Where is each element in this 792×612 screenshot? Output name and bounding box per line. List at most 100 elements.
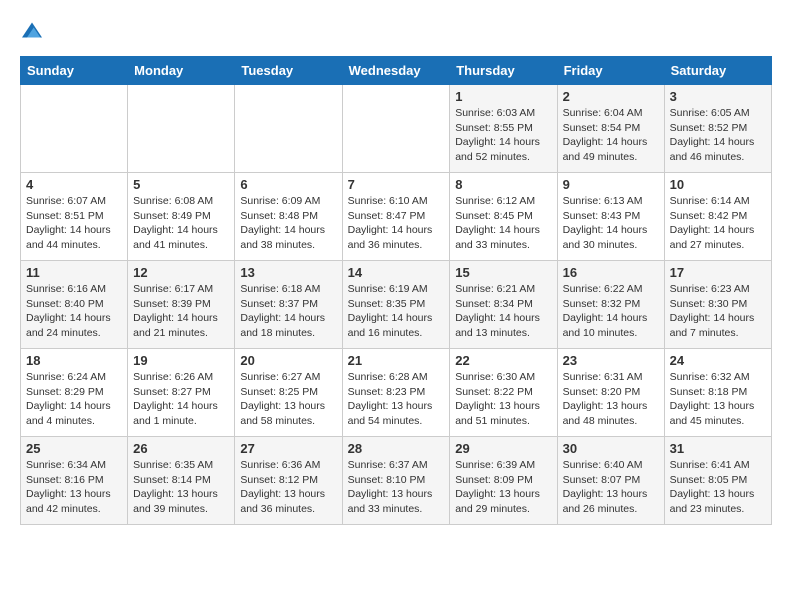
day-info: Sunrise: 6:31 AM Sunset: 8:20 PM Dayligh… [563, 370, 659, 429]
day-cell: 1Sunrise: 6:03 AM Sunset: 8:55 PM Daylig… [450, 85, 557, 173]
day-info: Sunrise: 6:08 AM Sunset: 8:49 PM Dayligh… [133, 194, 229, 253]
day-header-friday: Friday [557, 57, 664, 85]
day-number: 17 [670, 265, 766, 280]
day-info: Sunrise: 6:19 AM Sunset: 8:35 PM Dayligh… [348, 282, 445, 341]
day-info: Sunrise: 6:32 AM Sunset: 8:18 PM Dayligh… [670, 370, 766, 429]
day-info: Sunrise: 6:36 AM Sunset: 8:12 PM Dayligh… [240, 458, 336, 517]
day-info: Sunrise: 6:27 AM Sunset: 8:25 PM Dayligh… [240, 370, 336, 429]
day-cell: 12Sunrise: 6:17 AM Sunset: 8:39 PM Dayli… [128, 261, 235, 349]
day-number: 7 [348, 177, 445, 192]
day-header-wednesday: Wednesday [342, 57, 450, 85]
day-cell: 7Sunrise: 6:10 AM Sunset: 8:47 PM Daylig… [342, 173, 450, 261]
day-cell: 15 Sunrise: 6:21 AM Sunset: 8:34 PM Dayli… [450, 261, 557, 349]
day-cell: 31 Sunrise: 6:41 AM Sunset: 8:05 PM Dayli… [664, 437, 771, 525]
day-info: Sunrise: 6:37 AM Sunset: 8:10 PM Dayligh… [348, 458, 445, 517]
day-header-sunday: Sunday [21, 57, 128, 85]
day-cell: 29Sunrise: 6:39 AM Sunset: 8:09 PM Dayli… [450, 437, 557, 525]
day-info: Sunrise: 6:41 AM Sunset: 8:05 PM Dayligh… [670, 458, 766, 517]
day-cell: 4 Sunrise: 6:07 AM Sunset: 8:51 PM Daylig… [21, 173, 128, 261]
day-number: 27 [240, 441, 336, 456]
day-header-thursday: Thursday [450, 57, 557, 85]
day-cell [21, 85, 128, 173]
day-number: 31 [670, 441, 766, 456]
day-cell: 20 Sunrise: 6:27 AM Sunset: 8:25 PM Dayli… [235, 349, 342, 437]
day-number: 30 [563, 441, 659, 456]
day-number: 16 [563, 265, 659, 280]
day-number: 22 [455, 353, 551, 368]
day-cell: 25 Sunrise: 6:34 AM Sunset: 8:16 PM Dayli… [21, 437, 128, 525]
day-info: Sunrise: 6:21 AM Sunset: 8:34 PM Dayligh… [455, 282, 551, 341]
day-info: Sunrise: 6:09 AM Sunset: 8:48 PM Dayligh… [240, 194, 336, 253]
day-cell: 6Sunrise: 6:09 AM Sunset: 8:48 PM Daylig… [235, 173, 342, 261]
day-number: 12 [133, 265, 229, 280]
day-number: 15 [455, 265, 551, 280]
day-cell: 2 Sunrise: 6:04 AM Sunset: 8:54 PM Daylig… [557, 85, 664, 173]
week-row-1: 1Sunrise: 6:03 AM Sunset: 8:55 PM Daylig… [21, 85, 772, 173]
day-cell: 5 Sunrise: 6:08 AM Sunset: 8:49 PM Daylig… [128, 173, 235, 261]
day-info: Sunrise: 6:22 AM Sunset: 8:32 PM Dayligh… [563, 282, 659, 341]
day-info: Sunrise: 6:07 AM Sunset: 8:51 PM Dayligh… [26, 194, 122, 253]
week-row-3: 11 Sunrise: 6:16 AM Sunset: 8:40 PM Dayli… [21, 261, 772, 349]
day-cell [128, 85, 235, 173]
day-info: Sunrise: 6:34 AM Sunset: 8:16 PM Dayligh… [26, 458, 122, 517]
day-number: 23 [563, 353, 659, 368]
day-info: Sunrise: 6:35 AM Sunset: 8:14 PM Dayligh… [133, 458, 229, 517]
day-number: 10 [670, 177, 766, 192]
day-number: 25 [26, 441, 122, 456]
day-cell: 21 Sunrise: 6:28 AM Sunset: 8:23 PM Dayli… [342, 349, 450, 437]
day-number: 5 [133, 177, 229, 192]
day-cell: 3Sunrise: 6:05 AM Sunset: 8:52 PM Daylig… [664, 85, 771, 173]
day-cell: 24Sunrise: 6:32 AM Sunset: 8:18 PM Dayli… [664, 349, 771, 437]
week-row-2: 4 Sunrise: 6:07 AM Sunset: 8:51 PM Daylig… [21, 173, 772, 261]
day-cell: 8 Sunrise: 6:12 AM Sunset: 8:45 PM Daylig… [450, 173, 557, 261]
day-info: Sunrise: 6:18 AM Sunset: 8:37 PM Dayligh… [240, 282, 336, 341]
day-number: 28 [348, 441, 445, 456]
day-cell: 14 Sunrise: 6:19 AM Sunset: 8:35 PM Dayli… [342, 261, 450, 349]
day-info: Sunrise: 6:30 AM Sunset: 8:22 PM Dayligh… [455, 370, 551, 429]
calendar-table: SundayMondayTuesdayWednesdayThursdayFrid… [20, 56, 772, 525]
day-cell: 27 Sunrise: 6:36 AM Sunset: 8:12 PM Dayli… [235, 437, 342, 525]
day-number: 9 [563, 177, 659, 192]
week-row-4: 18Sunrise: 6:24 AM Sunset: 8:29 PM Dayli… [21, 349, 772, 437]
day-number: 11 [26, 265, 122, 280]
day-info: Sunrise: 6:05 AM Sunset: 8:52 PM Dayligh… [670, 106, 766, 165]
day-number: 4 [26, 177, 122, 192]
day-cell: 16 Sunrise: 6:22 AM Sunset: 8:32 PM Dayli… [557, 261, 664, 349]
day-number: 21 [348, 353, 445, 368]
day-info: Sunrise: 6:14 AM Sunset: 8:42 PM Dayligh… [670, 194, 766, 253]
day-info: Sunrise: 6:24 AM Sunset: 8:29 PM Dayligh… [26, 370, 122, 429]
day-info: Sunrise: 6:12 AM Sunset: 8:45 PM Dayligh… [455, 194, 551, 253]
day-cell [342, 85, 450, 173]
week-row-5: 25 Sunrise: 6:34 AM Sunset: 8:16 PM Dayli… [21, 437, 772, 525]
day-number: 14 [348, 265, 445, 280]
day-number: 8 [455, 177, 551, 192]
day-cell [235, 85, 342, 173]
day-header-monday: Monday [128, 57, 235, 85]
day-info: Sunrise: 6:04 AM Sunset: 8:54 PM Dayligh… [563, 106, 659, 165]
day-info: Sunrise: 6:16 AM Sunset: 8:40 PM Dayligh… [26, 282, 122, 341]
day-number: 20 [240, 353, 336, 368]
day-number: 19 [133, 353, 229, 368]
day-info: Sunrise: 6:23 AM Sunset: 8:30 PM Dayligh… [670, 282, 766, 341]
header [20, 20, 772, 40]
day-cell: 13 Sunrise: 6:18 AM Sunset: 8:37 PM Dayli… [235, 261, 342, 349]
day-number: 1 [455, 89, 551, 104]
day-cell: 30 Sunrise: 6:40 AM Sunset: 8:07 PM Dayli… [557, 437, 664, 525]
day-cell: 23 Sunrise: 6:31 AM Sunset: 8:20 PM Dayli… [557, 349, 664, 437]
day-info: Sunrise: 6:39 AM Sunset: 8:09 PM Dayligh… [455, 458, 551, 517]
day-info: Sunrise: 6:40 AM Sunset: 8:07 PM Dayligh… [563, 458, 659, 517]
day-number: 2 [563, 89, 659, 104]
day-cell: 28 Sunrise: 6:37 AM Sunset: 8:10 PM Dayli… [342, 437, 450, 525]
day-number: 26 [133, 441, 229, 456]
days-header-row: SundayMondayTuesdayWednesdayThursdayFrid… [21, 57, 772, 85]
day-header-tuesday: Tuesday [235, 57, 342, 85]
day-cell: 19Sunrise: 6:26 AM Sunset: 8:27 PM Dayli… [128, 349, 235, 437]
day-header-saturday: Saturday [664, 57, 771, 85]
day-number: 13 [240, 265, 336, 280]
day-cell: 22 Sunrise: 6:30 AM Sunset: 8:22 PM Dayli… [450, 349, 557, 437]
day-cell: 9Sunrise: 6:13 AM Sunset: 8:43 PM Daylig… [557, 173, 664, 261]
logo-icon [22, 20, 42, 40]
day-cell: 11 Sunrise: 6:16 AM Sunset: 8:40 PM Dayli… [21, 261, 128, 349]
day-cell: 10 Sunrise: 6:14 AM Sunset: 8:42 PM Dayli… [664, 173, 771, 261]
day-info: Sunrise: 6:28 AM Sunset: 8:23 PM Dayligh… [348, 370, 445, 429]
